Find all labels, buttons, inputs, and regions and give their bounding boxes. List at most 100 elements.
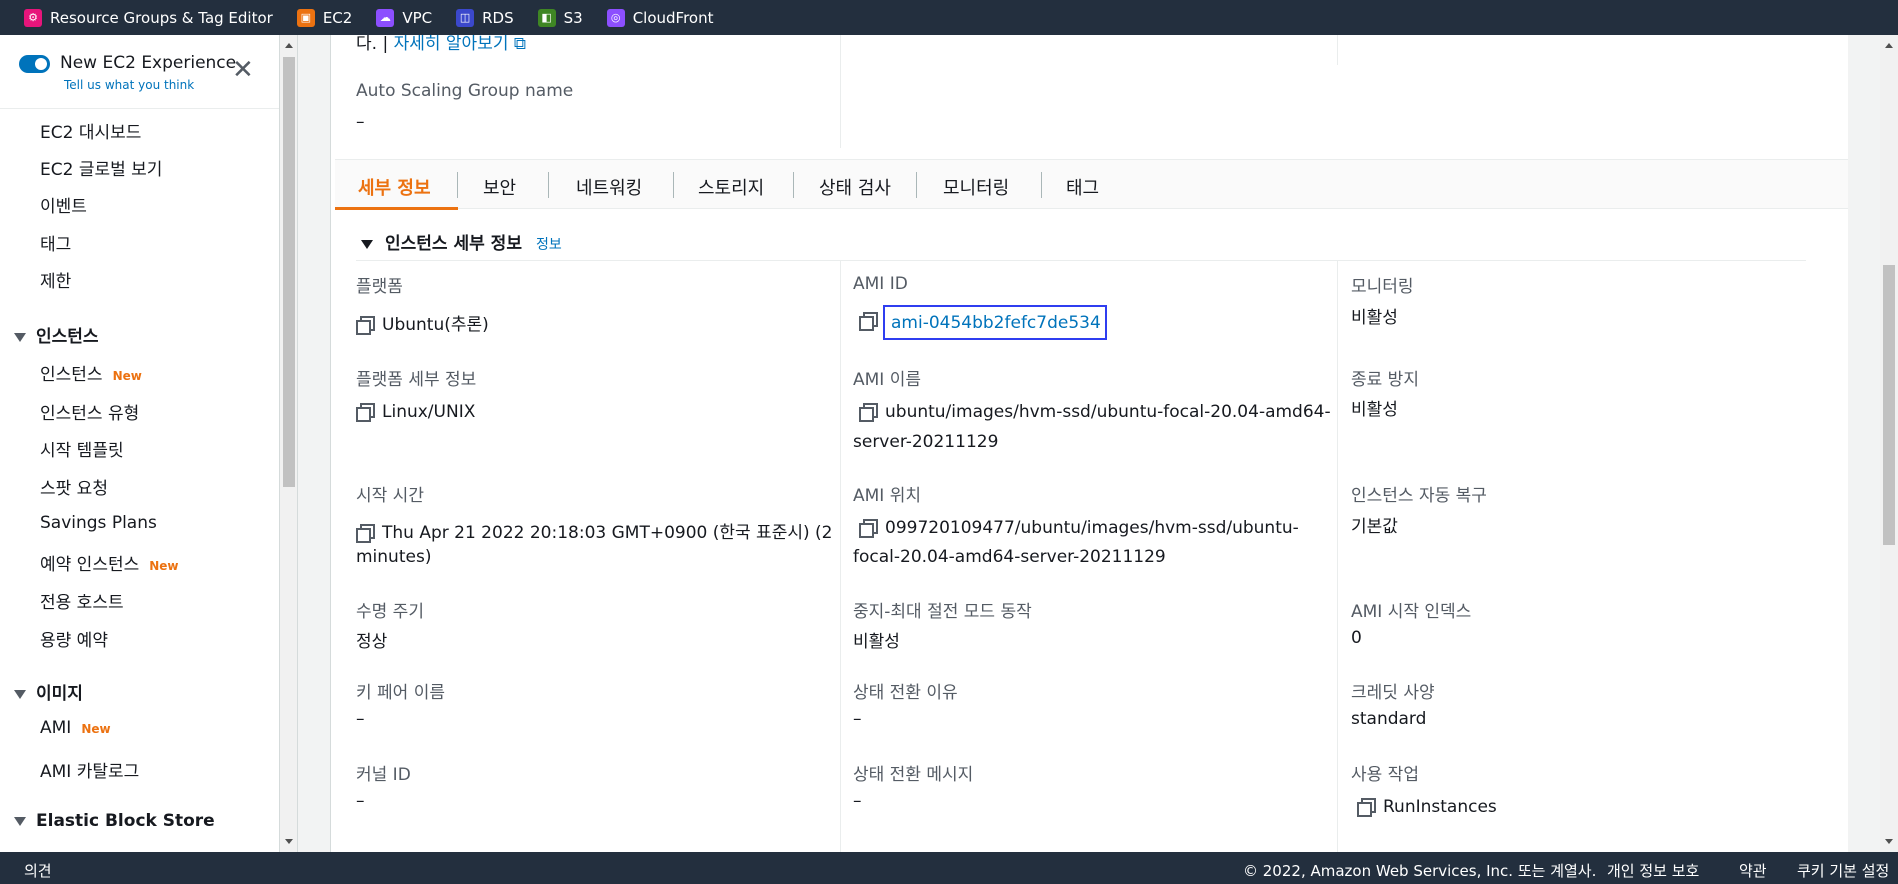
- copy-icon[interactable]: [1357, 798, 1376, 817]
- platform-label: 플랫폼: [356, 277, 403, 297]
- launch-time-row: Thu Apr 21 2022 20:18:03 GMT+0900 (한국 표준…: [356, 518, 832, 543]
- scroll-up-icon[interactable]: [1885, 43, 1893, 48]
- sidebar-item-dashboard[interactable]: EC2 대시보드: [40, 118, 141, 143]
- launch-time-label: 시작 시간: [356, 486, 424, 506]
- fav-rds[interactable]: ◫ RDS: [456, 8, 514, 27]
- ami-id-copy[interactable]: [859, 311, 885, 331]
- fav-vpc[interactable]: ☁ VPC: [376, 8, 433, 27]
- scroll-down-icon[interactable]: [1885, 839, 1893, 844]
- sidebar-item-instance-types[interactable]: 인스턴스 유형: [40, 399, 139, 424]
- keypair-value: –: [356, 709, 365, 729]
- ami-name-value: ubuntu/images/hvm-ssd/ubuntu-focal-20.04…: [885, 402, 1331, 422]
- s3-icon: ◧: [537, 8, 556, 27]
- ami-location-label: AMI 위치: [853, 486, 921, 506]
- fav-label: EC2: [322, 8, 353, 27]
- lifecycle-label: 수명 주기: [356, 602, 424, 622]
- state-message-value: –: [853, 791, 862, 811]
- sidebar-item-ami[interactable]: AMI New: [40, 718, 111, 738]
- sidebar-item-savings-plans[interactable]: Savings Plans: [40, 513, 157, 533]
- tab-monitoring[interactable]: 모니터링: [943, 174, 1009, 200]
- close-icon[interactable]: ✕: [232, 57, 254, 83]
- sidebar-item-global-view[interactable]: EC2 글로벌 보기: [40, 155, 162, 180]
- sidebar-section-instances[interactable]: 인스턴스: [14, 322, 99, 347]
- terms-link[interactable]: 약관: [1739, 860, 1767, 881]
- active-tab-indicator: [335, 207, 458, 210]
- item-label: AMI: [40, 718, 72, 738]
- auto-recovery-label: 인스턴스 자동 복구: [1351, 486, 1487, 506]
- fav-s3[interactable]: ◧ S3: [537, 8, 583, 27]
- item-label: 인스턴스: [40, 365, 103, 385]
- learn-more-prefix: 다. |: [356, 35, 389, 54]
- feedback-link[interactable]: 의견: [24, 860, 52, 881]
- copy-icon[interactable]: [859, 519, 878, 538]
- copy-icon[interactable]: [356, 403, 375, 422]
- fav-label: Resource Groups & Tag Editor: [50, 8, 273, 27]
- platform-details-row: Linux/UNIX: [356, 402, 475, 422]
- learn-more-link[interactable]: 자세히 알아보기: [394, 35, 509, 54]
- rds-icon: ◫: [456, 8, 475, 27]
- tab-networking[interactable]: 네트워킹: [576, 174, 642, 200]
- section-label: Elastic Block Store: [36, 811, 215, 831]
- tab-status-checks[interactable]: 상태 검사: [819, 174, 891, 200]
- sidebar-item-dedicated-hosts[interactable]: 전용 호스트: [40, 588, 124, 613]
- sidebar-item-launch-templates[interactable]: 시작 템플릿: [40, 436, 124, 461]
- fav-label: VPC: [402, 8, 433, 27]
- sidebar-item-instances[interactable]: 인스턴스 New: [40, 360, 142, 385]
- footer: 의견 © 2022, Amazon Web Services, Inc. 또는 …: [0, 852, 1898, 884]
- scroll-down-icon[interactable]: [285, 839, 293, 844]
- cookie-preferences-link[interactable]: 쿠키 기본 설정: [1797, 860, 1889, 881]
- sidebar-item-tags[interactable]: 태그: [40, 230, 71, 255]
- copy-icon[interactable]: [859, 403, 878, 422]
- fav-ec2[interactable]: ▣ EC2: [296, 8, 353, 27]
- fav-cloudfront[interactable]: ◎ CloudFront: [606, 8, 714, 27]
- copy-icon[interactable]: [356, 524, 375, 543]
- sidebar-item-spot-requests[interactable]: 스팟 요청: [40, 474, 108, 499]
- tab-security[interactable]: 보안: [483, 174, 516, 200]
- termination-protection-value: 비활성: [1351, 400, 1398, 420]
- learn-more-row: 다. | 자세히 알아보기 ⧉: [356, 35, 526, 54]
- copy-icon[interactable]: [356, 316, 375, 335]
- ami-location-value: 099720109477/ubuntu/images/hvm-ssd/ubunt…: [885, 518, 1299, 538]
- new-experience-toggle[interactable]: [19, 55, 50, 73]
- sidebar-scrollbar[interactable]: [280, 35, 298, 852]
- sidebar-item-ami-catalog[interactable]: AMI 카탈로그: [40, 757, 139, 782]
- resource-groups-icon: ⚙: [24, 8, 42, 27]
- ami-name-row: ubuntu/images/hvm-ssd/ubuntu-focal-20.04…: [859, 402, 1331, 422]
- scroll-up-icon[interactable]: [285, 43, 293, 48]
- new-badge: New: [81, 722, 111, 736]
- instance-details-header[interactable]: 인스턴스 세부 정보 정보: [361, 229, 562, 254]
- sidebar-scroll-thumb[interactable]: [283, 57, 295, 487]
- fav-label: CloudFront: [632, 8, 714, 27]
- sidebar-item-limits[interactable]: 제한: [40, 267, 71, 292]
- state-reason-label: 상태 전환 이유: [853, 683, 958, 703]
- main-scrollbar[interactable]: [1880, 35, 1898, 852]
- item-label: 예약 인스턴스: [40, 555, 140, 575]
- feedback-link[interactable]: Tell us what you think: [64, 78, 194, 92]
- main-scroll-thumb[interactable]: [1883, 265, 1895, 545]
- cloudfront-icon: ◎: [606, 8, 625, 27]
- copy-icon[interactable]: [859, 312, 878, 331]
- external-link-icon: ⧉: [513, 35, 527, 54]
- state-reason-value: –: [853, 709, 862, 729]
- platform-details-value: Linux/UNIX: [382, 402, 476, 422]
- privacy-link[interactable]: 개인 정보 보호: [1607, 860, 1699, 881]
- sidebar-item-events[interactable]: 이벤트: [40, 192, 87, 217]
- sidebar-section-images[interactable]: 이미지: [14, 679, 83, 704]
- tab-storage[interactable]: 스토리지: [698, 174, 764, 200]
- sidebar-item-reserved-instances[interactable]: 예약 인스턴스 New: [40, 550, 179, 575]
- keypair-label: 키 페어 이름: [356, 683, 446, 703]
- sidebar-section-ebs[interactable]: Elastic Block Store: [14, 811, 215, 831]
- ami-launch-index-value: 0: [1351, 628, 1362, 648]
- sidebar: New EC2 Experience Tell us what you thin…: [0, 35, 280, 852]
- ec2-icon: ▣: [296, 8, 315, 27]
- usage-operation-value: RunInstances: [1383, 797, 1497, 817]
- info-link[interactable]: 정보: [536, 237, 562, 253]
- kernel-value: –: [356, 791, 365, 811]
- favorites-bar: ⚙ Resource Groups & Tag Editor ▣ EC2 ☁ VPC …: [0, 0, 1898, 35]
- sidebar-item-capacity-reservations[interactable]: 용량 예약: [40, 626, 108, 651]
- fav-resource-groups[interactable]: ⚙ Resource Groups & Tag Editor: [24, 8, 273, 27]
- tab-details[interactable]: 세부 정보: [358, 174, 431, 200]
- new-experience-panel: New EC2 Experience Tell us what you thin…: [0, 35, 279, 109]
- ami-id-link[interactable]: ami-0454bb2fefc7de534: [883, 305, 1107, 340]
- tab-tags[interactable]: 태그: [1066, 174, 1099, 200]
